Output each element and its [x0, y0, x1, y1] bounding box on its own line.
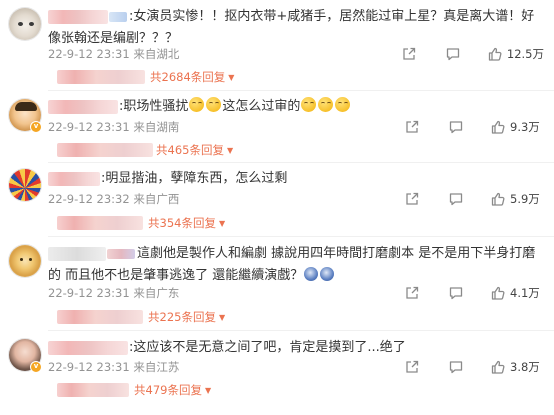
comment-meta: 22-9-12 23:31 来自湖北 12.5万: [48, 45, 544, 63]
cat-avatar-icon[interactable]: [8, 7, 42, 41]
comment-text-after: 这怎么过审的: [222, 99, 301, 114]
view-replies-link[interactable]: 共2684条回复 ▼: [150, 69, 234, 85]
reply-row: 共354条回复 ▼: [48, 214, 544, 232]
caret-down-icon: ▼: [204, 386, 212, 395]
comment-meta: 22-9-12 23:31 来自湖南 9.3万: [48, 118, 544, 136]
verified-badge-icon: v: [30, 361, 42, 373]
reply-preview-blurred: [57, 70, 145, 84]
divider: [48, 236, 554, 237]
like-icon[interactable]: [486, 47, 504, 61]
like-count: 4.1万: [510, 286, 540, 300]
reply-preview-blurred: [57, 216, 143, 230]
comment-icon[interactable]: [445, 192, 467, 206]
share-icon[interactable]: [398, 47, 420, 61]
share-icon[interactable]: [401, 286, 423, 300]
comment-timestamp-location: 22-9-12 23:31 来自广东: [48, 286, 180, 300]
like-icon[interactable]: [489, 360, 507, 374]
like-count: 9.3万: [510, 120, 540, 134]
like-icon[interactable]: [489, 120, 507, 134]
reply-preview-blurred: [57, 310, 143, 324]
reply-preview-blurred: [57, 383, 129, 397]
comment-meta: 22-9-12 23:32 来自广西 5.9万: [48, 190, 544, 208]
reply-count: 共479条回复: [134, 383, 202, 397]
reply-count: 共465条回复: [156, 143, 224, 157]
sweat-emoji-icon: [301, 97, 317, 112]
sweat-emoji-icon: [335, 97, 351, 112]
caret-down-icon: ▼: [218, 313, 226, 322]
view-replies-link[interactable]: 共225条回复 ▼: [148, 309, 225, 325]
share-icon[interactable]: [401, 360, 423, 374]
comment-icon[interactable]: [445, 120, 467, 134]
comment-meta: 22-9-12 23:31 来自江苏 3.8万: [48, 358, 544, 376]
user-badge-blurred: [109, 11, 127, 22]
lion-avatar-icon[interactable]: [8, 244, 42, 278]
reply-row: 共465条回复 ▼: [48, 141, 544, 159]
view-replies-link[interactable]: 共465条回复 ▼: [156, 142, 233, 158]
comment-icon[interactable]: [442, 47, 464, 61]
divider: [48, 162, 554, 163]
like-count: 5.9万: [510, 192, 540, 206]
comment-timestamp-location: 22-9-12 23:31 来自江苏: [48, 360, 180, 374]
share-icon[interactable]: [401, 192, 423, 206]
comment-timestamp-location: 22-9-12 23:31 来自湖南: [48, 120, 180, 134]
username-blurred[interactable]: [48, 9, 108, 24]
reply-row: 共2684条回复 ▼: [48, 68, 544, 86]
reply-preview-blurred: [57, 143, 153, 157]
reply-row: 共479条回复 ▼: [48, 381, 544, 399]
user-badge-blurred: [107, 248, 135, 259]
pattern-avatar-icon[interactable]: [8, 168, 42, 202]
username-blurred[interactable]: [48, 340, 128, 355]
verified-badge-icon: v: [30, 121, 42, 133]
comment-icon[interactable]: [445, 286, 467, 300]
caret-down-icon: ▼: [226, 146, 234, 155]
sweat-emoji-icon: [318, 97, 334, 112]
like-icon[interactable]: [489, 286, 507, 300]
username-blurred[interactable]: [48, 99, 118, 114]
comment-icon[interactable]: [445, 360, 467, 374]
like-count: 3.8万: [510, 360, 540, 374]
comment-timestamp-location: 22-9-12 23:32 来自广西: [48, 192, 180, 206]
comment-text: :这应该不是无意之间了吧，肯定是摸到了...绝了: [129, 340, 406, 355]
view-replies-link[interactable]: 共479条回复 ▼: [134, 382, 211, 398]
reply-count: 共225条回复: [148, 310, 216, 324]
divider: [48, 330, 554, 331]
comment-meta: 22-9-12 23:31 来自广东 4.1万: [48, 284, 544, 302]
emoji-icon: [320, 267, 335, 281]
like-count: 12.5万: [506, 47, 544, 61]
reply-row: 共225条回复 ▼: [48, 308, 544, 326]
username-blurred[interactable]: [48, 246, 106, 261]
caret-down-icon: ▼: [218, 219, 226, 228]
reply-count: 共2684条回复: [150, 70, 226, 84]
sweat-emoji-icon: [189, 97, 205, 112]
reply-count: 共354条回复: [148, 216, 216, 230]
share-icon[interactable]: [401, 120, 423, 134]
comment-timestamp-location: 22-9-12 23:31 来自湖北: [48, 47, 180, 61]
comment-text: :明显揩油，孽障东西，怎么过剩: [101, 171, 288, 186]
emoji-icon: [304, 267, 319, 281]
sweat-emoji-icon: [206, 97, 222, 112]
divider: [48, 90, 554, 91]
caret-down-icon: ▼: [228, 73, 235, 82]
username-blurred[interactable]: [48, 171, 100, 186]
view-replies-link[interactable]: 共354条回复 ▼: [148, 215, 225, 231]
like-icon[interactable]: [489, 192, 507, 206]
comment-text: :职场性骚扰: [119, 99, 189, 114]
